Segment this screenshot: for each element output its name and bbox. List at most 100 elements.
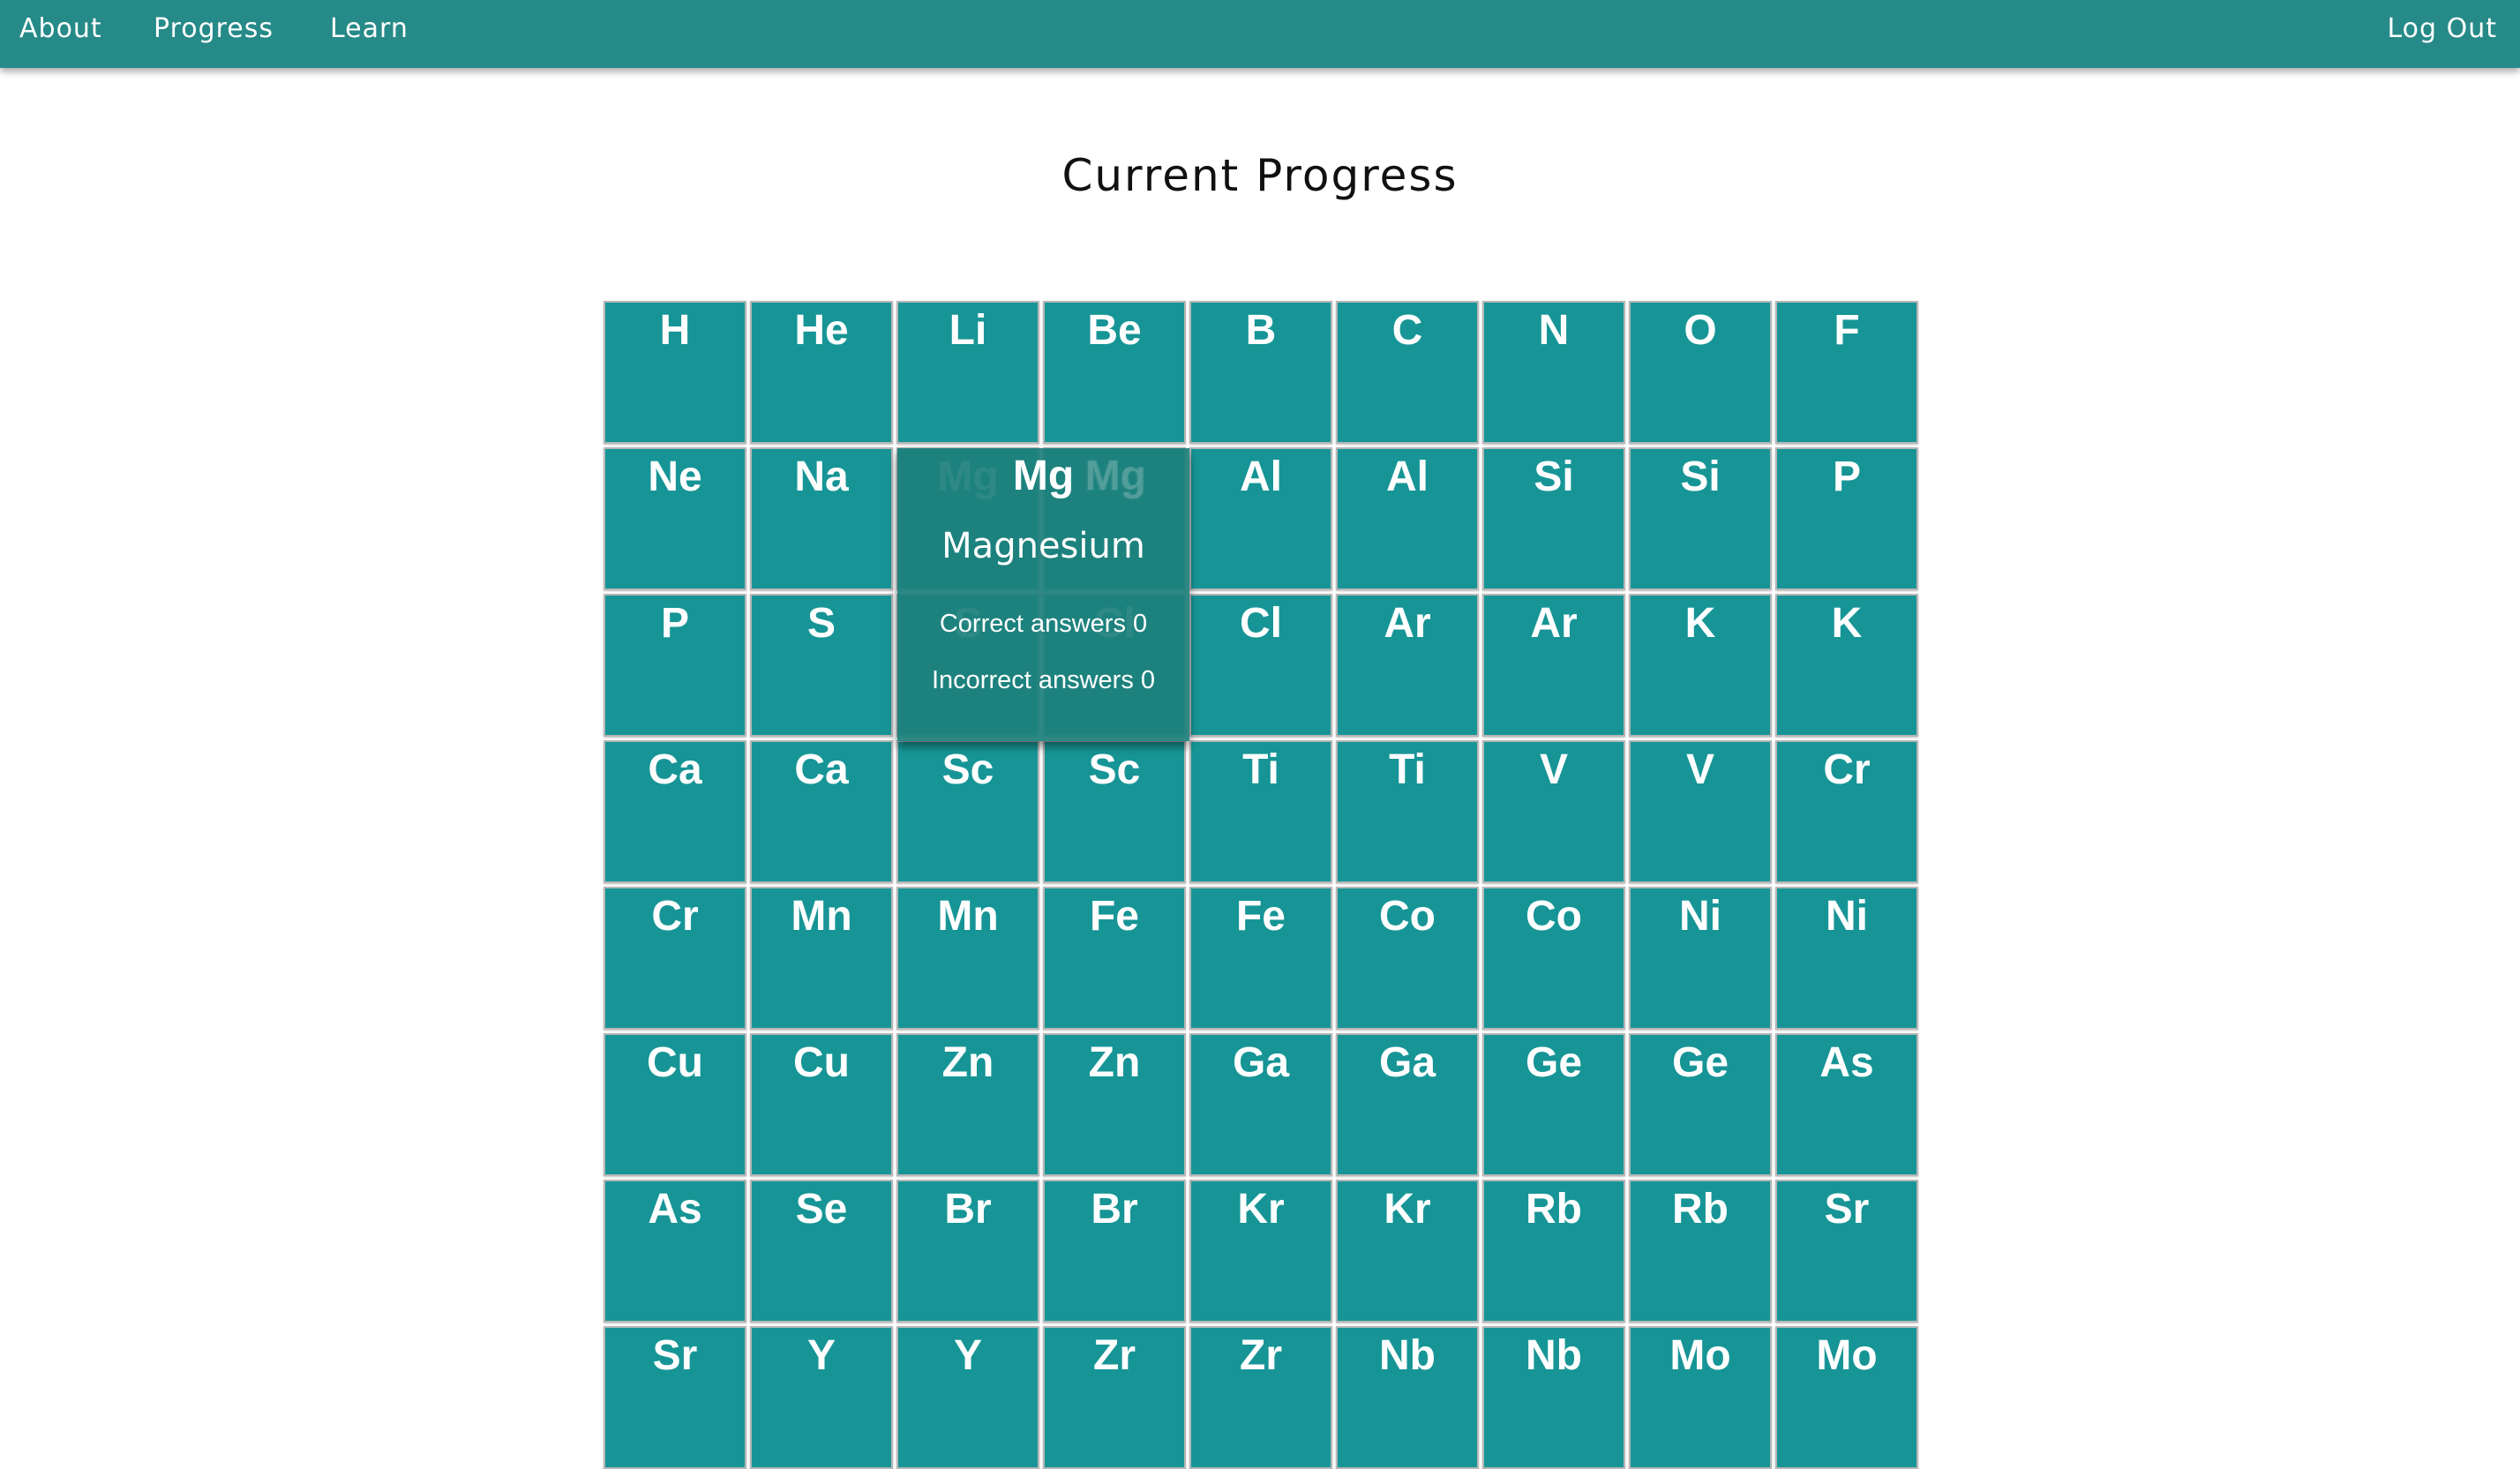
element-tile[interactable]: Mo xyxy=(1629,1326,1772,1469)
nav-learn-link[interactable]: Learn xyxy=(330,0,409,58)
nav-about-link[interactable]: About xyxy=(19,0,102,58)
nav-progress-link[interactable]: Progress xyxy=(154,0,274,58)
element-symbol: Br xyxy=(1091,1186,1138,1233)
element-tile[interactable]: Fe xyxy=(1189,887,1332,1030)
element-symbol: Si xyxy=(1680,453,1721,500)
element-tile[interactable]: Rb xyxy=(1629,1180,1772,1323)
element-tile[interactable]: Mn xyxy=(896,887,1039,1030)
element-tile[interactable]: Be xyxy=(1043,301,1186,444)
element-tile[interactable]: Cr xyxy=(604,887,746,1030)
element-tile[interactable]: Li xyxy=(896,301,1039,444)
tooltip-incorrect-count: Incorrect answers 0 xyxy=(931,666,1156,694)
element-symbol: Zn xyxy=(941,1039,994,1086)
element-tile[interactable]: Sc xyxy=(896,740,1039,883)
element-tile[interactable]: Co xyxy=(1336,887,1479,1030)
element-tile[interactable]: Ar xyxy=(1336,594,1479,737)
element-tile[interactable]: Al xyxy=(1189,447,1332,590)
element-tile[interactable]: H xyxy=(604,301,746,444)
element-symbol: Y xyxy=(806,1332,836,1379)
element-symbol: Sc xyxy=(941,746,994,793)
element-tile[interactable]: He xyxy=(750,301,893,444)
element-tile[interactable]: F xyxy=(1775,301,1918,444)
element-symbol: Si xyxy=(1534,453,1574,500)
nav-logout-link[interactable]: Log Out xyxy=(2387,0,2497,58)
element-symbol: P xyxy=(1832,453,1861,500)
element-tile[interactable]: Ti xyxy=(1189,740,1332,883)
element-tile[interactable]: Zr xyxy=(1189,1326,1332,1469)
element-tile[interactable]: V xyxy=(1629,740,1772,883)
element-tile[interactable]: As xyxy=(1775,1033,1918,1176)
element-tile[interactable]: S xyxy=(750,594,893,737)
element-symbol: Zr xyxy=(1240,1332,1282,1379)
element-tile[interactable]: Cu xyxy=(604,1033,746,1176)
element-tile[interactable]: K xyxy=(1775,594,1918,737)
element-tile[interactable]: Zn xyxy=(1043,1033,1186,1176)
element-tooltip: Mg Mg Magnesium Correct answers 0 Incorr… xyxy=(897,448,1189,741)
element-tile[interactable]: Ge xyxy=(1629,1033,1772,1176)
element-symbol: Cu xyxy=(647,1039,703,1086)
element-tile[interactable]: Br xyxy=(1043,1180,1186,1323)
element-tile[interactable]: Cr xyxy=(1775,740,1918,883)
element-symbol: P xyxy=(660,600,689,647)
element-symbol: Na xyxy=(794,453,849,500)
element-tile[interactable]: B xyxy=(1189,301,1332,444)
element-tile[interactable]: V xyxy=(1482,740,1625,883)
element-tile[interactable]: As xyxy=(604,1180,746,1323)
element-tile[interactable]: Sc xyxy=(1043,740,1186,883)
element-tile[interactable]: Co xyxy=(1482,887,1625,1030)
element-tile[interactable]: Mo xyxy=(1775,1326,1918,1469)
element-tile[interactable]: Si xyxy=(1482,447,1625,590)
element-symbol: Al xyxy=(1386,453,1429,500)
element-tile[interactable]: Cu xyxy=(750,1033,893,1176)
element-tile[interactable]: Ga xyxy=(1336,1033,1479,1176)
element-tile[interactable]: P xyxy=(604,594,746,737)
element-symbol: Ga xyxy=(1378,1039,1436,1086)
element-tile[interactable]: Kr xyxy=(1336,1180,1479,1323)
element-tile[interactable]: Nb xyxy=(1482,1326,1625,1469)
element-tile[interactable]: Ca xyxy=(750,740,893,883)
element-tile[interactable]: Si xyxy=(1629,447,1772,590)
element-symbol: B xyxy=(1245,307,1277,354)
element-tile[interactable]: Ar xyxy=(1482,594,1625,737)
element-symbol: Nb xyxy=(1379,1332,1436,1379)
element-tile[interactable]: Cl xyxy=(1189,594,1332,737)
element-tile[interactable]: Ca xyxy=(604,740,746,883)
element-tile[interactable]: Na xyxy=(750,447,893,590)
element-tile[interactable]: Sr xyxy=(1775,1180,1918,1323)
element-tile[interactable]: P xyxy=(1775,447,1918,590)
element-tile[interactable]: C xyxy=(1336,301,1479,444)
element-tile[interactable]: Ni xyxy=(1629,887,1772,1030)
tooltip-correct-count: Correct answers 0 xyxy=(939,610,1148,638)
element-symbol: Fe xyxy=(1235,893,1286,940)
element-tile[interactable]: Rb xyxy=(1482,1180,1625,1323)
element-tile[interactable]: Ne xyxy=(604,447,746,590)
element-tile[interactable]: O xyxy=(1629,301,1772,444)
element-tile[interactable]: Al xyxy=(1336,447,1479,590)
element-tile[interactable]: Y xyxy=(750,1326,893,1469)
element-tile[interactable]: N xyxy=(1482,301,1625,444)
element-tile[interactable]: Ge xyxy=(1482,1033,1625,1176)
element-symbol: C xyxy=(1391,307,1423,354)
element-tile[interactable]: Ga xyxy=(1189,1033,1332,1176)
element-tile[interactable]: Ti xyxy=(1336,740,1479,883)
element-tile[interactable]: Zn xyxy=(896,1033,1039,1176)
element-symbol: V xyxy=(1539,746,1568,793)
element-symbol: Ni xyxy=(1679,893,1721,940)
element-symbol: S xyxy=(806,600,836,647)
element-tile[interactable]: Ni xyxy=(1775,887,1918,1030)
element-symbol: Cu xyxy=(793,1039,850,1086)
element-tile[interactable]: Mn xyxy=(750,887,893,1030)
element-tile[interactable]: Sr xyxy=(604,1326,746,1469)
element-symbol: Y xyxy=(953,1332,982,1379)
element-tile[interactable]: Y xyxy=(896,1326,1039,1469)
element-tile[interactable]: Zr xyxy=(1043,1326,1186,1469)
element-tile[interactable]: Fe xyxy=(1043,887,1186,1030)
element-tile[interactable]: Br xyxy=(896,1180,1039,1323)
element-tile[interactable]: Kr xyxy=(1189,1180,1332,1323)
element-symbol: Ca xyxy=(794,746,849,793)
element-symbol: Al xyxy=(1240,453,1282,500)
element-symbol: F xyxy=(1834,307,1860,354)
element-tile[interactable]: Nb xyxy=(1336,1326,1479,1469)
element-tile[interactable]: K xyxy=(1629,594,1772,737)
element-tile[interactable]: Se xyxy=(750,1180,893,1323)
